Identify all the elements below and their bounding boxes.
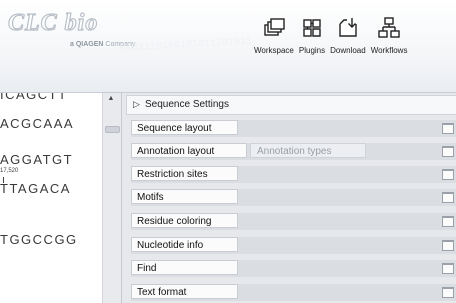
settings-row-motifs[interactable]: Motifs [131,189,456,206]
workspace-button[interactable]: Workspace [254,16,294,55]
sequence-line: AGGATGT [0,152,74,167]
workspace-label: Workspace [254,46,294,55]
settings-title: Sequence Settings [145,99,229,110]
app-header: CLC bio a QIAGEN Company 010111010010101… [0,0,456,93]
text-format-button[interactable]: Text format [131,284,238,299]
sequence-line: TTAGACA [0,181,71,196]
side-panel-settings: ▷ Sequence Settings Sequence layout Anno… [121,93,456,303]
vertical-scrollbar[interactable] [102,93,122,303]
plugins-icon [303,19,321,37]
float-panel-icon[interactable] [442,146,454,157]
residue-coloring-button[interactable]: Residue coloring [131,213,238,228]
settings-row-sequence-layout[interactable]: Sequence layout [131,120,456,137]
sequence-line: TGGCCGG [0,232,78,247]
workflows-button[interactable]: Workflows [370,16,408,55]
float-panel-icon[interactable] [442,263,454,274]
float-panel-icon[interactable] [442,192,454,203]
logo-text: CLC bio [7,9,99,36]
workspace-icon [264,18,285,36]
settings-row-find[interactable]: Find [131,260,456,277]
download-label: Download [330,46,366,55]
sequence-view[interactable]: ICAGCTT ACGCAAA AGGATGT 17,520 TTAGACA T… [0,93,102,303]
binary-decoration: 0101110100101011101011 [119,36,253,55]
nucleotide-info-button[interactable]: Nucleotide info [131,237,238,252]
motifs-button[interactable]: Motifs [131,189,238,204]
float-panel-icon[interactable] [442,123,454,134]
plugins-button[interactable]: Plugins [299,16,325,55]
scroll-up-arrow-icon[interactable]: ▲ [104,95,118,105]
annotation-types-button[interactable]: Annotation types [250,143,366,158]
download-button[interactable]: Download [330,16,366,55]
workflows-label: Workflows [370,46,408,55]
float-panel-icon[interactable] [442,287,454,298]
clc-bio-logo: CLC bio a QIAGEN Company [7,9,135,50]
float-panel-icon[interactable] [442,216,454,227]
settings-row-residue-coloring[interactable]: Residue coloring [131,213,456,230]
scroll-thumb[interactable] [105,126,120,133]
sequence-layout-button[interactable]: Sequence layout [131,120,238,135]
collapse-arrow-icon[interactable]: ▷ [133,99,140,110]
settings-row-annotation-layout[interactable]: Annotation layout Annotation types [131,143,456,160]
workflows-icon [378,17,400,38]
settings-row-restriction-sites[interactable]: Restriction sites [131,166,456,183]
annotation-layout-button[interactable]: Annotation layout [131,143,247,158]
main-toolbar: Workspace Plugins Download Workflows [254,16,412,55]
find-button[interactable]: Find [131,260,238,275]
plugins-label: Plugins [298,46,326,55]
float-panel-icon[interactable] [442,169,454,180]
sequence-settings-header[interactable]: ▷ Sequence Settings [126,95,456,115]
float-panel-icon[interactable] [442,240,454,251]
settings-row-text-format[interactable]: Text format [131,284,456,301]
sequence-line: ICAGCTT [0,93,68,102]
settings-row-nucleotide-info[interactable]: Nucleotide info [131,237,456,254]
download-icon [339,18,357,37]
restriction-sites-button[interactable]: Restriction sites [131,166,238,181]
sequence-line: ACGCAAA [0,116,75,131]
sequence-coordinate: 17,520 [0,168,19,174]
